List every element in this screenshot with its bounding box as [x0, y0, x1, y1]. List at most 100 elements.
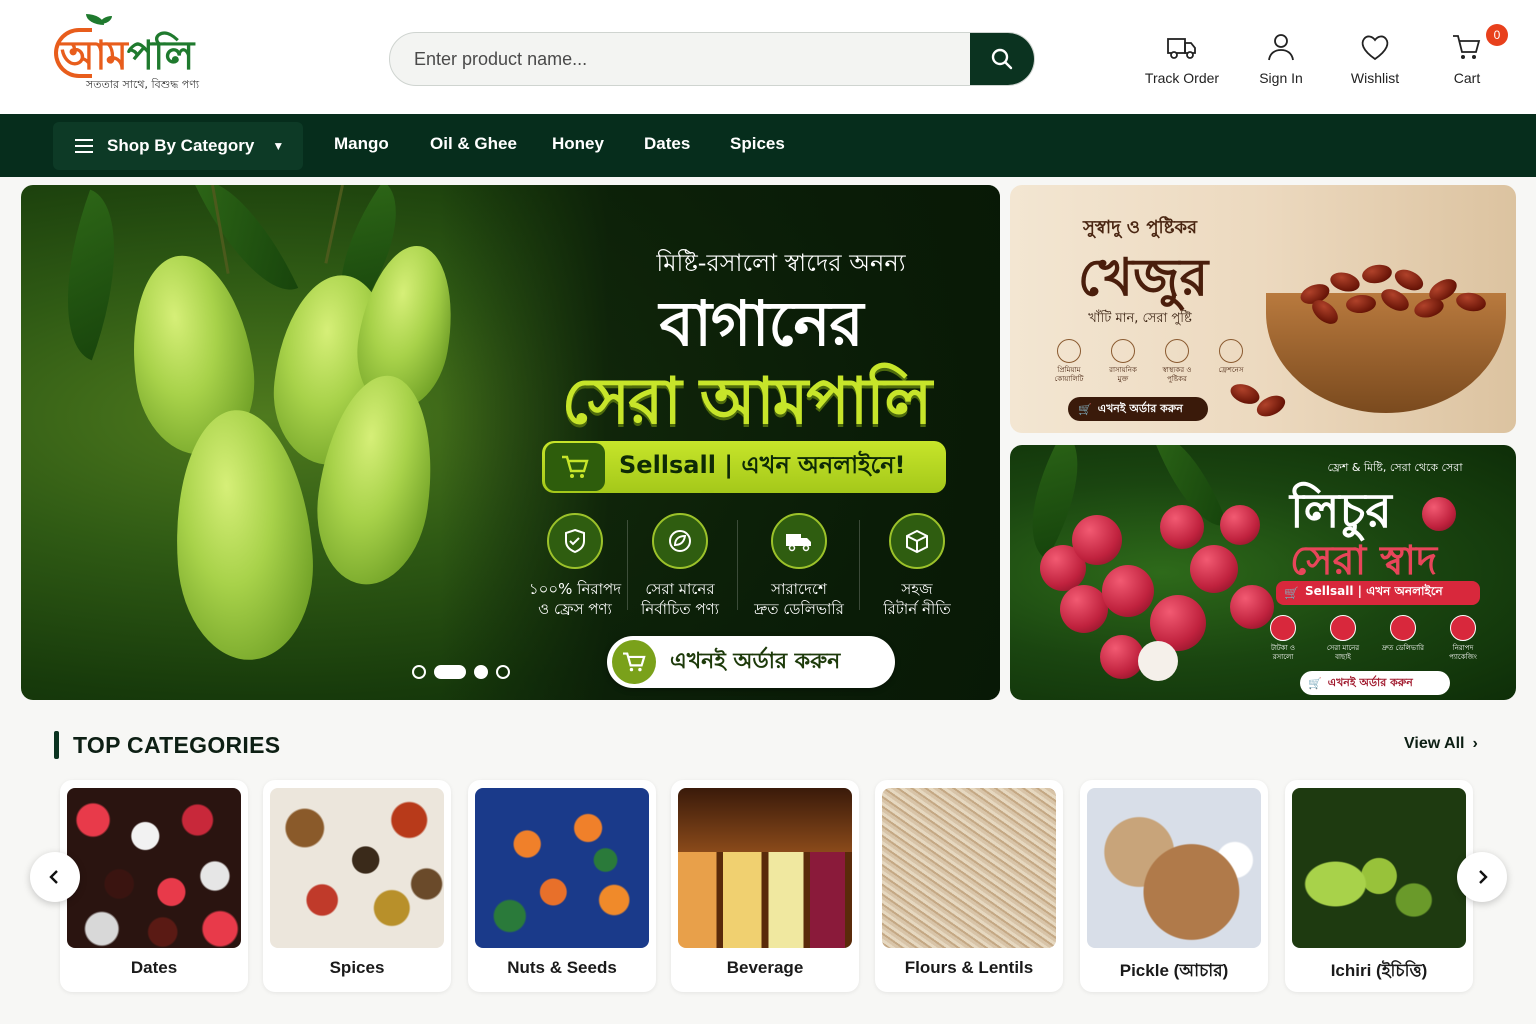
category-image: [1087, 788, 1261, 948]
site-header: আমপলি সততার সাথে, বিশুদ্ধ পণ্য Track Ord…: [0, 0, 1536, 114]
carousel-dot[interactable]: [412, 665, 426, 679]
package-icon: [1450, 615, 1476, 641]
lychee-features: টাটকা ও রসালো সেরা মানের বাছাই দ্রুত ডেল…: [1260, 615, 1486, 662]
feature-safe-fresh: ১০০% নিরাপদ ও ফ্রেস পণ্য: [520, 513, 630, 619]
nav-link-mango[interactable]: Mango: [334, 134, 389, 154]
category-card-pickle[interactable]: Pickle (আচার): [1080, 780, 1268, 992]
peeled-lychee-image: [1138, 641, 1178, 681]
feature-return: সহজ রিটার্ন নীতি: [862, 513, 972, 619]
category-card-dates[interactable]: Dates: [60, 780, 248, 992]
wishlist-label: Wishlist: [1350, 70, 1400, 86]
sellsall-text: Sellsall | এখন অনলাইনে!: [619, 451, 906, 479]
box-icon: [889, 513, 945, 569]
category-image: [1292, 788, 1466, 948]
truck-icon: [1390, 615, 1416, 641]
chevron-left-icon: [49, 870, 58, 884]
lychee-image: [1220, 505, 1260, 545]
date-image: [1227, 380, 1263, 408]
cart-icon: [1453, 35, 1481, 59]
hero-banner[interactable]: মিষ্টি-রসালো স্বাদের অনন্য বাগানের সেরা …: [21, 185, 1000, 700]
dates-order-button[interactable]: 🛒 এখনই অর্ডার করুন: [1068, 397, 1208, 421]
badge-icon: [1330, 615, 1356, 641]
search-bar: [389, 32, 1035, 86]
sign-in-button[interactable]: Sign In: [1236, 30, 1326, 94]
shop-by-category-label: Shop By Category: [107, 136, 255, 155]
feature-line2: দ্রুত ডেলিভারি: [754, 600, 844, 618]
nav-link-oil-ghee[interactable]: Oil & Ghee: [430, 134, 517, 154]
feature-line2: রিটার্ন নীতি: [883, 600, 951, 618]
shop-by-category-button[interactable]: Shop By Category ▼: [53, 122, 303, 170]
lychee-banner[interactable]: ফ্রেশ & মিষ্টি, সেরা থেকে সেরা লিচুর সের…: [1010, 445, 1516, 700]
leaf-icon: [1270, 615, 1296, 641]
brand-tagline: সততার সাথে, বিশুদ্ধ পণ্য: [86, 78, 200, 91]
cart-button[interactable]: 0 Cart: [1422, 24, 1512, 94]
divider: [859, 520, 860, 610]
dates-features: প্রিমিয়াম কোয়ালিটি রাসায়নিক মুক্ত স্ব…: [1050, 339, 1250, 384]
sign-in-label: Sign In: [1259, 70, 1303, 86]
view-all-link[interactable]: View All ›: [1404, 735, 1478, 753]
lychee-sellsall-bar: 🛒 Sellsall | এখন অনলাইনে: [1276, 581, 1480, 605]
track-order-label: Track Order: [1144, 70, 1220, 86]
cart-icon: [545, 443, 605, 491]
dates-feature: প্রিমিয়াম কোয়ালিটি: [1050, 339, 1088, 384]
carousel-dot[interactable]: [474, 665, 488, 679]
feature-line2: ও ফ্রেস পণ্য: [538, 600, 612, 618]
cart-icon: 🛒: [1308, 676, 1322, 690]
dates-banner[interactable]: সুস্বাদু ও পুষ্টিকর খেজুর খাঁটি মান, সের…: [1010, 185, 1516, 433]
lychee-feature: দ্রুত ডেলিভারি: [1380, 615, 1426, 662]
lychee-image: [1102, 565, 1154, 617]
category-image: [882, 788, 1056, 948]
cart-icon: [612, 640, 656, 684]
section-title: TOP CATEGORIES: [73, 731, 281, 758]
mango-stem: [324, 185, 344, 264]
carousel-prev-button[interactable]: [30, 852, 80, 902]
lychee-image: [1422, 497, 1456, 531]
category-image: [475, 788, 649, 948]
leaf-icon: [1057, 339, 1081, 363]
wishlist-button[interactable]: Wishlist: [1330, 30, 1420, 94]
menu-icon: [75, 139, 93, 153]
category-card-nuts-seeds[interactable]: Nuts & Seeds: [468, 780, 656, 992]
lychee-feature: সেরা মানের বাছাই: [1320, 615, 1366, 662]
top-categories-header: TOP CATEGORIES: [54, 730, 280, 760]
chevron-right-icon: [1479, 870, 1488, 884]
nav-link-spices[interactable]: Spices: [730, 134, 785, 154]
lychee-order-button[interactable]: 🛒 এখনই অর্ডার করুন: [1300, 671, 1450, 695]
order-now-button[interactable]: এখনই অর্ডার করুন: [607, 636, 895, 688]
category-name: Pickle (আচার): [1119, 961, 1229, 980]
dates-feature: স্বাস্থ্যকর ও পুষ্টিকর: [1158, 339, 1196, 384]
logo-leaf-icon: [100, 16, 112, 24]
lychee-feature: টাটকা ও রসালো: [1260, 615, 1306, 662]
category-image: [67, 788, 241, 948]
nav-link-honey[interactable]: Honey: [552, 134, 604, 154]
dates-feature: রাসায়নিক মুক্ত: [1104, 339, 1142, 384]
feature-quality: সেরা মানের নির্বাচিত পণ্য: [625, 513, 735, 619]
track-order-button[interactable]: Track Order: [1137, 30, 1227, 94]
search-input[interactable]: [390, 33, 972, 85]
category-card-ichiri[interactable]: Ichiri (ইচিত্তি): [1285, 780, 1473, 992]
carousel-dot[interactable]: [496, 665, 510, 679]
sellsall-bar: Sellsall | এখন অনলাইনে!: [542, 441, 946, 493]
brand-logo[interactable]: আমপলি সততার সাথে, বিশুদ্ধ পণ্য: [54, 14, 244, 94]
lychee-image: [1160, 505, 1204, 549]
feature-line1: সহজ: [901, 580, 933, 598]
carousel-next-button[interactable]: [1457, 852, 1507, 902]
feature-line1: সেরা মানের: [645, 580, 715, 598]
category-card-flours-lentils[interactable]: Flours & Lentils: [875, 780, 1063, 992]
carousel-dot-active[interactable]: [434, 665, 466, 679]
badge-icon: [1111, 339, 1135, 363]
user-icon: [1268, 34, 1294, 61]
lychee-image: [1072, 515, 1122, 565]
search-button[interactable]: [970, 33, 1034, 85]
nav-link-dates[interactable]: Dates: [644, 134, 690, 154]
sparkle-icon: [1219, 339, 1243, 363]
category-carousel: Dates Spices Nuts & Seeds Beverage Flour…: [60, 780, 1490, 992]
date-image: [1328, 269, 1362, 295]
category-card-spices[interactable]: Spices: [263, 780, 451, 992]
category-image: [270, 788, 444, 948]
category-name: Dates: [130, 958, 178, 977]
feature-line1: সারাদেশে: [771, 580, 827, 598]
feature-line1: ১০০% নিরাপদ: [528, 580, 622, 598]
lychee-image: [1060, 585, 1108, 633]
category-card-beverage[interactable]: Beverage: [671, 780, 859, 992]
